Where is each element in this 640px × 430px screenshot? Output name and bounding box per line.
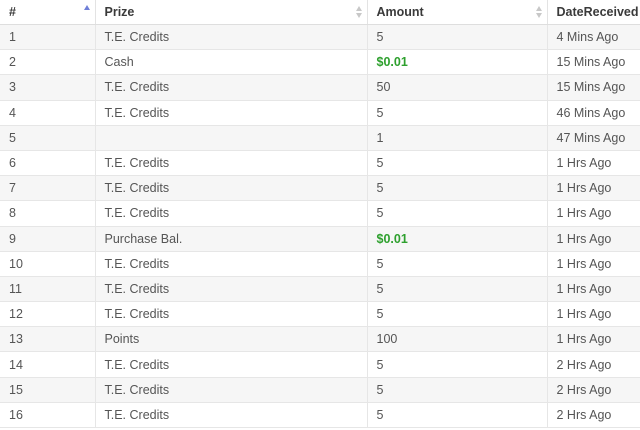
header-row: # Prize Amount DateReceived [0,0,640,25]
cell-date-received: 2 Hrs Ago [547,377,640,403]
cell-prize: T.E. Credits [95,251,368,277]
cell-date-received: 15 Mins Ago [547,49,640,76]
table-row: 13 Points 100 1 Hrs Ago [0,326,640,353]
table-row: 11 T.E. Credits 5 1 Hrs Ago [0,276,640,303]
cell-number: 6 [0,150,96,177]
cell-amount: 5 [367,377,548,403]
cell-date-received: 2 Hrs Ago [547,351,640,378]
cell-amount: $0.01 [367,49,548,76]
cell-date-received: 1 Hrs Ago [547,226,640,252]
cell-amount: 5 [367,100,548,126]
cell-date-received: 4 Mins Ago [547,24,640,51]
cell-amount: 5 [367,175,548,202]
table-row: 7 T.E. Credits 5 1 Hrs Ago [0,175,640,202]
cell-amount: $0.01 [367,226,548,252]
table-row: 16 T.E. Credits 5 2 Hrs Ago [0,402,640,429]
cell-date-received: 47 Mins Ago [547,125,640,151]
cell-prize: T.E. Credits [95,74,368,101]
cell-date-received: 1 Hrs Ago [547,175,640,202]
table-row: 15 T.E. Credits 5 2 Hrs Ago [0,377,640,403]
cell-prize: T.E. Credits [95,402,368,429]
cell-number: 4 [0,100,96,126]
cell-amount: 1 [367,125,548,151]
cell-prize [95,125,368,151]
cell-number: 12 [0,301,96,328]
cell-prize: T.E. Credits [95,200,368,227]
cell-amount: 5 [367,402,548,429]
table-body: 1 T.E. Credits 5 4 Mins Ago 2 Cash $0.01 15 Min… [0,24,640,429]
cell-prize: Points [95,326,368,353]
table-row: 3 T.E. Credits 50 15 Mins Ago [0,74,640,101]
cell-number: 10 [0,251,96,277]
cell-date-received: 1 Hrs Ago [547,326,640,353]
table-header: # Prize Amount DateReceived [0,0,640,25]
table-row: 9 Purchase Bal. $0.01 1 Hrs Ago [0,226,640,252]
cell-amount: 5 [367,276,548,303]
table-row: 6 T.E. Credits 5 1 Hrs Ago [0,150,640,177]
cell-amount: 5 [367,200,548,227]
cell-prize: T.E. Credits [95,276,368,303]
table-row: 5 1 47 Mins Ago [0,125,640,151]
cell-number: 8 [0,200,96,227]
cell-date-received: 46 Mins Ago [547,100,640,126]
cell-number: 14 [0,351,96,378]
cell-prize: Cash [95,49,368,76]
column-header-date-received[interactable]: DateReceived [547,0,640,25]
cell-amount: 5 [367,251,548,277]
column-header-label: # [9,5,16,19]
cell-prize: T.E. Credits [95,301,368,328]
cell-number: 16 [0,402,96,429]
cell-number: 9 [0,226,96,252]
cell-amount: 100 [367,326,548,353]
cell-date-received: 1 Hrs Ago [547,150,640,177]
table-row: 4 T.E. Credits 5 46 Mins Ago [0,100,640,126]
column-header-label: DateReceived [556,5,639,19]
cell-date-received: 1 Hrs Ago [547,200,640,227]
table-row: 14 T.E. Credits 5 2 Hrs Ago [0,351,640,378]
table-row: 1 T.E. Credits 5 4 Mins Ago [0,24,640,51]
column-header-label: Prize [104,5,135,19]
cell-number: 11 [0,276,96,303]
cell-amount: 5 [367,150,548,177]
sort-icon[interactable] [355,4,363,19]
sort-icon[interactable] [535,4,543,19]
cell-prize: Purchase Bal. [95,226,368,252]
column-header-amount[interactable]: Amount [367,0,548,25]
cell-amount: 50 [367,74,548,101]
cell-prize: T.E. Credits [95,24,368,51]
cell-number: 2 [0,49,96,76]
cell-prize: T.E. Credits [95,150,368,177]
table-row: 10 T.E. Credits 5 1 Hrs Ago [0,251,640,277]
column-header-prize[interactable]: Prize [95,0,368,25]
table-row: 12 T.E. Credits 5 1 Hrs Ago [0,301,640,328]
cell-date-received: 1 Hrs Ago [547,251,640,277]
cell-prize: T.E. Credits [95,351,368,378]
cell-date-received: 1 Hrs Ago [547,301,640,328]
cell-amount: 5 [367,24,548,51]
cell-amount: 5 [367,301,548,328]
table-row: 8 T.E. Credits 5 1 Hrs Ago [0,200,640,227]
cell-number: 13 [0,326,96,353]
cell-prize: T.E. Credits [95,377,368,403]
column-header-number[interactable]: # [0,0,96,25]
cell-prize: T.E. Credits [95,100,368,126]
cell-number: 7 [0,175,96,202]
cell-date-received: 15 Mins Ago [547,74,640,101]
cell-number: 5 [0,125,96,151]
cell-number: 1 [0,24,96,51]
cell-amount: 5 [367,351,548,378]
table-row: 2 Cash $0.01 15 Mins Ago [0,49,640,76]
cell-prize: T.E. Credits [95,175,368,202]
cell-date-received: 1 Hrs Ago [547,276,640,303]
prizes-table: # Prize Amount DateReceived 1 T.E. Credit… [0,0,640,429]
cell-date-received: 2 Hrs Ago [547,402,640,429]
cell-number: 15 [0,377,96,403]
sort-ascending-icon[interactable] [83,5,91,20]
cell-number: 3 [0,74,96,101]
column-header-label: Amount [376,5,424,19]
